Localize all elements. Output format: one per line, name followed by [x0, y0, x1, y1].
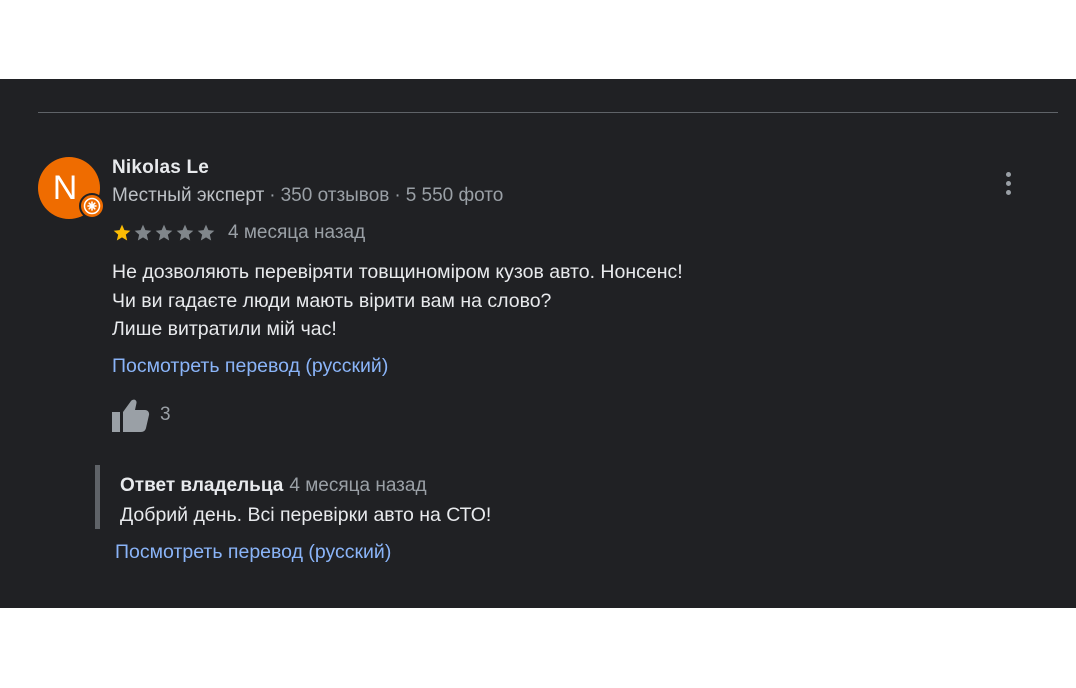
star-rating — [112, 223, 216, 243]
reply-owner-label: Ответ владельца — [120, 475, 284, 496]
review-panel: N Nikolas Le Местный эксперт · 350 отзывов… — [0, 79, 1076, 608]
review-text-line: Чи ви гадаєте люди мають вірити вам на с… — [112, 289, 552, 312]
reply-date: 4 месяца назад — [289, 475, 427, 496]
translate-link[interactable]: Посмотреть перевод (русский) — [112, 355, 388, 378]
avatar[interactable]: N — [38, 157, 105, 219]
divider — [38, 112, 1058, 113]
star-empty-icon — [134, 224, 152, 241]
review-text: Не дозволяють перевіряти товщиноміром ку… — [112, 258, 912, 344]
review-date: 4 месяца назад — [228, 222, 366, 243]
more-dot — [1005, 189, 1011, 195]
author-reviews-count[interactable]: 350 отзывов — [281, 185, 390, 206]
local-guide-star-icon — [79, 193, 105, 219]
rating-row: 4 месяца назад — [112, 220, 365, 246]
author-meta: Местный эксперт · 350 отзывов · 5 550 фото — [112, 185, 503, 207]
like-count: 3 — [160, 404, 171, 425]
author-role: Местный эксперт — [112, 185, 265, 206]
star-empty-icon — [176, 224, 194, 241]
more-vert-icon[interactable] — [996, 169, 1020, 197]
star-empty-icon — [197, 224, 215, 241]
thumbs-up-icon — [112, 399, 150, 432]
reply-text: Добрий день. Всі перевірки авто на СТО! — [120, 504, 492, 526]
owner-reply: Ответ владельца 4 месяца назад Добрий ден… — [95, 465, 800, 529]
more-dot — [1005, 180, 1011, 186]
reply-header: Ответ владельца 4 месяца назад — [120, 475, 427, 497]
more-dot — [1005, 171, 1011, 177]
review-text-line: Лише витратили мій час! — [112, 318, 337, 340]
meta-separator: · — [269, 185, 276, 206]
like-button[interactable]: 3 — [112, 397, 171, 433]
author-photos-count[interactable]: 5 550 фото — [406, 185, 504, 206]
author-name[interactable]: Nikolas Le — [112, 157, 209, 179]
star-empty-icon — [155, 224, 173, 241]
meta-separator: · — [394, 185, 401, 206]
reply-translate-link[interactable]: Посмотреть перевод (русский) — [115, 541, 391, 564]
review-text-line: Не дозволяють перевіряти товщиноміром ку… — [112, 261, 683, 283]
star-filled-icon — [113, 224, 131, 241]
